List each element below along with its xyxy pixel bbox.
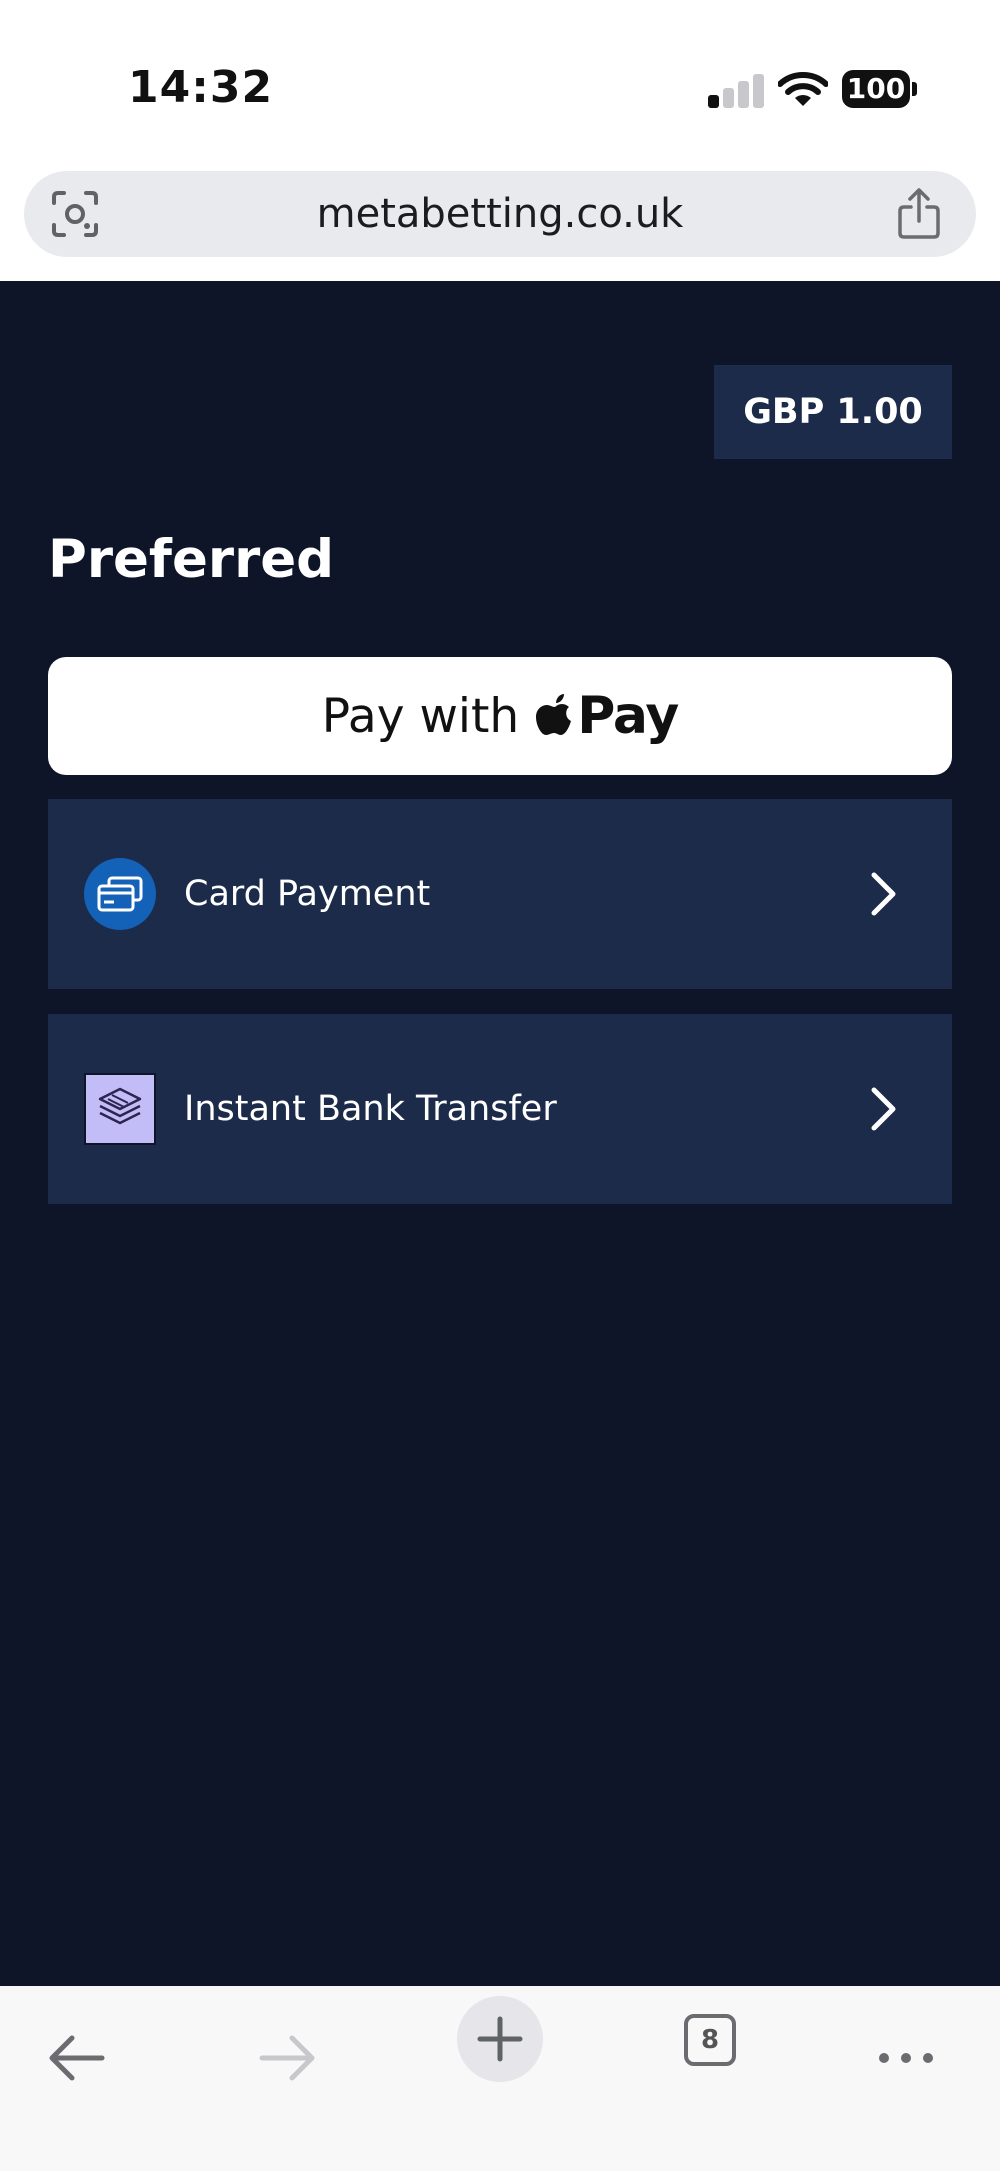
amount-badge: GBP 1.00 <box>714 365 952 459</box>
bank-transfer-option[interactable]: Instant Bank Transfer <box>48 1014 952 1204</box>
apple-pay-brand: Pay <box>577 686 679 746</box>
bank-transfer-label: Instant Bank Transfer <box>184 1089 557 1129</box>
payment-page: GBP 1.00 Preferred Pay with Pay Card Pay… <box>0 281 1000 1986</box>
status-bar: 14:32 100 <box>0 0 1000 165</box>
section-title: Preferred <box>48 529 335 590</box>
signal-icon <box>708 72 764 108</box>
card-payment-label: Card Payment <box>184 874 431 914</box>
battery-icon: 100 <box>842 70 918 110</box>
forward-icon[interactable] <box>256 2006 320 2094</box>
address-bar[interactable]: metabetting.co.uk <box>24 171 976 257</box>
more-icon[interactable] <box>876 2006 936 2094</box>
new-tab-icon <box>477 2016 523 2062</box>
card-payment-option[interactable]: Card Payment <box>48 799 952 989</box>
battery-level: 100 <box>842 70 910 108</box>
apple-logo-icon <box>536 694 572 735</box>
wifi-icon <box>778 72 828 106</box>
browser-toolbar: 8 <box>0 1986 1000 2171</box>
apple-pay-prefix: Pay with <box>321 688 520 744</box>
bank-transfer-icon <box>84 1073 156 1145</box>
tabs-icon[interactable]: 8 <box>684 2014 736 2066</box>
apple-pay-button[interactable]: Pay with Pay <box>48 657 952 775</box>
chevron-right-icon <box>871 1087 896 1131</box>
share-icon[interactable] <box>896 187 942 241</box>
back-icon[interactable] <box>44 2006 108 2094</box>
url-text[interactable]: metabetting.co.uk <box>24 191 976 237</box>
status-time: 14:32 <box>128 62 274 113</box>
new-tab-button[interactable] <box>457 1996 543 2082</box>
card-icon <box>84 858 156 930</box>
chevron-right-icon <box>871 872 896 916</box>
